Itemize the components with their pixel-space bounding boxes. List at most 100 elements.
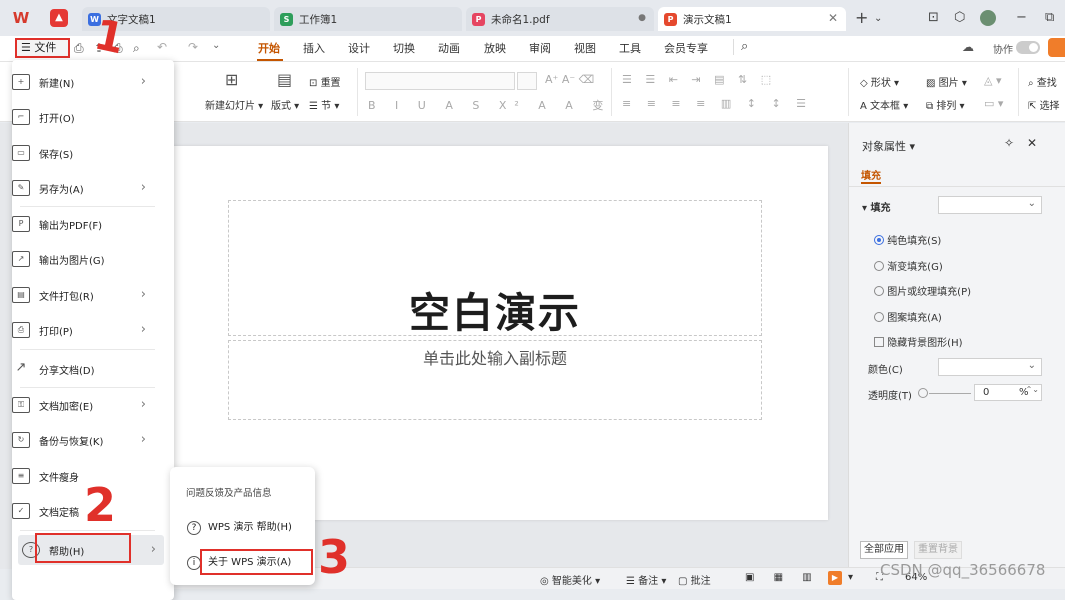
reset-background-button[interactable]: 重置背景 <box>914 541 962 559</box>
pdf-icon: P <box>472 12 485 26</box>
search-icon[interactable]: ⌕ <box>741 39 748 54</box>
menu-item-share[interactable]: ↗ 分享文档(D) <box>12 354 154 384</box>
menu-item-export-image[interactable]: ↗ 输出为图片(G) <box>12 244 154 274</box>
tab-transition[interactable]: 切换 <box>393 40 415 56</box>
tab-slideshow[interactable]: 放映 <box>484 40 506 56</box>
menu-item-finalize[interactable]: ✓ 文档定稿 <box>12 496 154 526</box>
transparency-slider-handle[interactable] <box>918 388 928 398</box>
menu-item-new[interactable]: + 新建(N) › <box>12 67 154 97</box>
menu-item-package[interactable]: ▤ 文件打包(R) › <box>12 280 154 310</box>
collab-toggle[interactable] <box>1016 41 1040 54</box>
menu-item-print[interactable]: ⎙ 打印(P) › <box>12 315 154 345</box>
tab-review[interactable]: 审阅 <box>529 40 551 56</box>
play-slideshow-icon[interactable]: ▶ <box>828 571 842 585</box>
tab-member[interactable]: 会员专享 <box>664 40 708 56</box>
subtitle-placeholder[interactable]: 单击此处输入副标题 <box>228 340 762 420</box>
solid-fill-radio[interactable]: 纯色填充(S) <box>874 232 941 247</box>
fill-section-label: 填充 <box>870 203 891 214</box>
pin-icon[interactable]: ✧ <box>1004 136 1014 150</box>
menu-item-label: 备份与恢复(K) <box>39 436 104 448</box>
smart-beautify-button[interactable]: ◎ 智能美化 ▾ <box>540 572 600 587</box>
menu-item-label: 分享文档(D) <box>39 365 95 377</box>
fill-color-icon[interactable]: ◬ ▾ <box>984 74 1001 87</box>
comments-button[interactable]: ▢ 批注 <box>678 572 711 587</box>
layout-icon[interactable]: ▤ <box>277 70 292 89</box>
font-style-buttons[interactable]: B I U A S X² A A 变 <box>368 97 611 113</box>
new-slide-button[interactable]: 新建幻灯片 ▾ <box>205 97 263 112</box>
fill-type-select[interactable]: ⌄ <box>938 196 1042 214</box>
chevron-right-icon: › <box>150 542 156 557</box>
menu-item-export-pdf[interactable]: P 输出为PDF(F) <box>12 209 154 239</box>
pattern-fill-radio[interactable]: 图案填充(A) <box>874 309 942 324</box>
section-button[interactable]: ☰ 节 ▾ <box>309 97 339 112</box>
tab-tools[interactable]: 工具 <box>619 40 641 56</box>
new-slide-icon[interactable]: ⊞ <box>225 70 238 89</box>
font-name-select[interactable] <box>365 72 515 90</box>
picture-button[interactable]: ▨ 图片 ▾ <box>926 74 967 89</box>
menu-item-open[interactable]: ⌐ 打开(O) <box>12 102 154 132</box>
close-tab-icon[interactable]: ✕ <box>828 11 838 25</box>
menu-item-save[interactable]: ▭ 保存(S) <box>12 138 154 168</box>
tab-presentation-1[interactable]: P 演示文稿1 ✕ <box>658 7 846 31</box>
gradient-fill-radio[interactable]: 渐变填充(G) <box>874 258 943 273</box>
reset-button[interactable]: ⊡ 重置 <box>309 74 341 89</box>
tab-label: 演示文稿1 <box>683 13 732 26</box>
picture-fill-radio[interactable]: 图片或纹理填充(P) <box>874 283 971 298</box>
cloud-upload-button[interactable] <box>1048 38 1065 57</box>
notes-button[interactable]: ☰ 备注 ▾ <box>626 572 666 587</box>
align-buttons[interactable]: ≡ ≡ ≡ ≡ ▥ ↕ ↕ ☰ <box>622 97 812 110</box>
outline-icon[interactable]: ▭ ▾ <box>984 97 1003 110</box>
undo-icon[interactable]: ↶ <box>157 40 167 54</box>
hide-background-checkbox[interactable]: 隐藏背景图形(H) <box>874 334 963 349</box>
title-placeholder[interactable]: 空白演示 <box>228 200 762 337</box>
print-preview-icon[interactable]: ⌕ <box>133 41 140 56</box>
wps-logo-icon[interactable]: W <box>10 8 32 28</box>
tab-view[interactable]: 视图 <box>574 40 596 56</box>
transparency-slider-track[interactable] <box>929 393 971 394</box>
chevron-down-icon[interactable]: ⌄ <box>212 40 220 51</box>
new-tab-plus-icon[interactable]: + <box>855 8 868 27</box>
textbox-button[interactable]: A 文本框 ▾ <box>860 97 908 112</box>
tab-workbook-1[interactable]: S 工作簿1 <box>274 7 462 31</box>
window-layout-icon[interactable]: ⊡ <box>928 10 939 25</box>
color-select[interactable]: ⌄ <box>938 358 1042 376</box>
avatar[interactable] <box>980 10 996 26</box>
find-button[interactable]: ⌕ 查找 <box>1028 74 1057 89</box>
cloud-icon[interactable]: ☁ <box>962 40 974 54</box>
grow-font-icon[interactable]: A⁺ A⁻ ⌫ <box>545 73 594 86</box>
redo-icon[interactable]: ↷ <box>188 40 198 54</box>
chevron-down-icon[interactable]: ⌄ <box>874 13 882 24</box>
arrange-button[interactable]: ⧉ 排列 ▾ <box>926 97 965 112</box>
tab-insert[interactable]: 插入 <box>303 40 325 56</box>
select-button[interactable]: ⇱ 选择 <box>1028 97 1060 112</box>
layout-button[interactable]: 版式 ▾ <box>271 97 299 112</box>
chevron-down-icon[interactable]: ▾ <box>848 572 853 583</box>
save-quick-icon[interactable]: ⎙ <box>74 41 84 56</box>
file-menu-button[interactable]: ☰ 文件 <box>15 38 70 58</box>
menu-item-backup[interactable]: ↻ 备份与恢复(K) › <box>12 425 154 455</box>
minimize-icon[interactable]: − <box>1016 10 1027 25</box>
panel-title[interactable]: 对象属性 ▾ <box>862 138 915 154</box>
cube-icon[interactable]: ⬡ <box>954 10 965 25</box>
wps-home-icon[interactable]: ▲ <box>50 9 68 27</box>
stepper-icon[interactable]: ⌃⌄ <box>1026 385 1039 394</box>
tab-animation[interactable]: 动画 <box>438 40 460 56</box>
list-buttons[interactable]: ☰ ☰ ⇤ ⇥ ▤ ⇅ ⬚ <box>622 73 776 86</box>
tab-home[interactable]: 开始 <box>258 40 280 56</box>
font-size-select[interactable] <box>517 72 537 90</box>
menu-item-save-as[interactable]: ✎ 另存为(A) › <box>12 173 154 203</box>
fill-section-header[interactable]: ▾ 填充 <box>862 199 891 214</box>
transparency-input[interactable]: 0 % ⌃⌄ <box>974 384 1042 401</box>
fill-tab[interactable]: 填充 <box>861 167 881 182</box>
view-mode-buttons[interactable]: ▣ ▦ ▥ <box>745 572 820 583</box>
menu-item-label: 打印(P) <box>39 326 73 338</box>
apply-all-button[interactable]: 全部应用 <box>860 541 908 559</box>
close-panel-icon[interactable]: ✕ <box>1027 136 1037 150</box>
tab-design[interactable]: 设计 <box>348 40 370 56</box>
restore-icon[interactable]: ⧉ <box>1045 10 1054 25</box>
tab-pdf-1[interactable]: P 未命名1.pdf ● <box>466 7 654 31</box>
menu-item-slim[interactable]: ≡ 文件瘦身 <box>12 461 154 491</box>
menu-item-encrypt[interactable]: ⚿ 文档加密(E) › <box>12 390 154 420</box>
shape-button[interactable]: ◇ 形状 ▾ <box>860 74 899 89</box>
wps-help-item[interactable]: ? WPS 演示 帮助(H) <box>187 518 292 535</box>
